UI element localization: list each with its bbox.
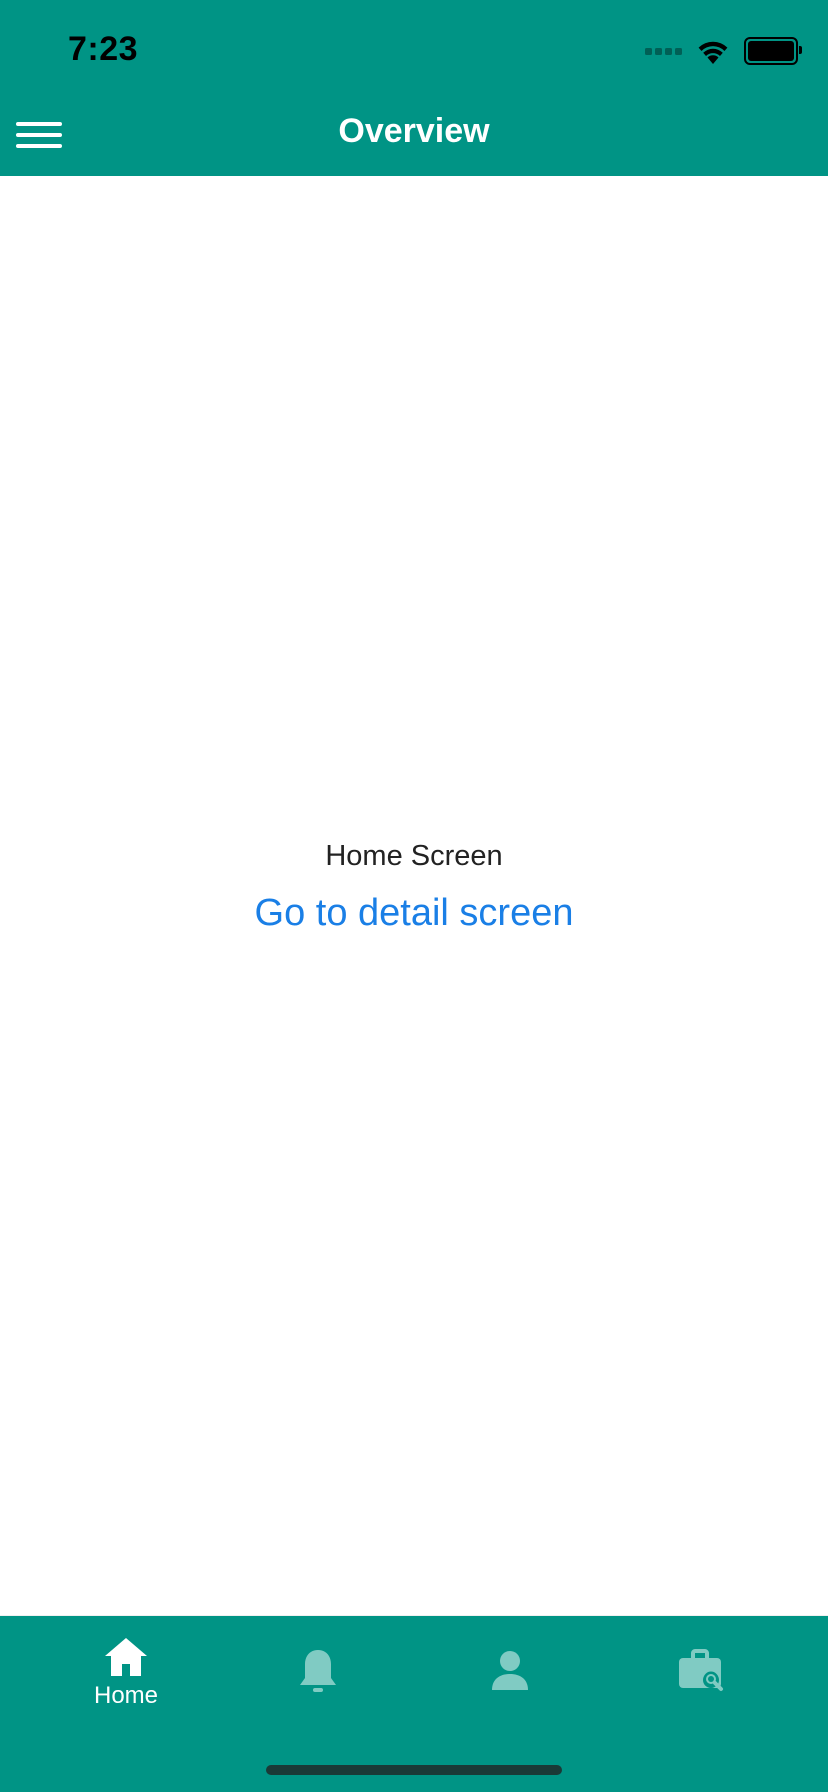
home-icon — [105, 1638, 147, 1676]
briefcase-search-icon — [679, 1649, 723, 1691]
bell-icon — [300, 1650, 336, 1692]
tab-home[interactable]: Home — [30, 1616, 222, 1726]
wifi-icon — [698, 41, 728, 64]
status-icons — [645, 36, 802, 66]
tab-profile[interactable] — [414, 1616, 606, 1726]
go-to-detail-link[interactable]: Go to detail screen — [0, 892, 828, 935]
cellular-signal-icon — [645, 47, 682, 55]
battery-icon — [744, 37, 802, 65]
tab-notifications[interactable] — [222, 1616, 414, 1726]
tab-home-label: Home — [93, 1682, 159, 1709]
app-header: 7:23 Overview — [0, 0, 828, 176]
tab-jobs[interactable] — [606, 1616, 798, 1726]
status-time: 7:23 — [68, 30, 139, 68]
page-title: Overview — [338, 112, 490, 150]
bottom-tab-bar: Home — [0, 1616, 828, 1792]
home-indicator — [266, 1765, 562, 1775]
person-icon — [492, 1651, 528, 1690]
home-screen-label: Home Screen — [325, 840, 503, 872]
